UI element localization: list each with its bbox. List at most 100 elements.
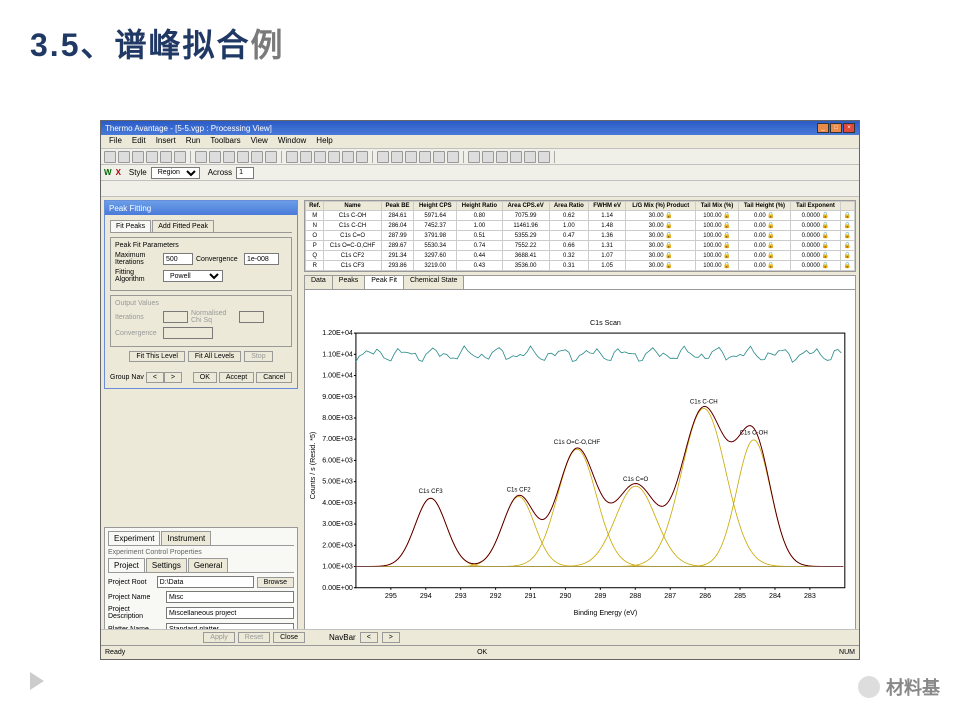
max-iterations-input[interactable] [163,253,193,265]
nav-next-button[interactable]: > [164,372,182,383]
svg-text:C1s CF2: C1s CF2 [507,486,532,493]
titlebar[interactable]: Thermo Avantage - [5-5.vgp : Processing … [101,121,859,135]
toolbar-w-icon[interactable]: W [104,168,112,177]
chart-area[interactable]: Data Peaks Peak Fit Chemical State 0.00E… [304,275,856,642]
svg-text:Binding Energy (eV): Binding Energy (eV) [574,609,638,617]
svg-text:2.00E+03: 2.00E+03 [322,541,353,549]
chart-tab-chemstate[interactable]: Chemical State [404,276,464,289]
toolbar-icon[interactable] [524,151,536,163]
tab-fit-peaks[interactable]: Fit Peaks [110,220,151,232]
toolbar-icon[interactable] [377,151,389,163]
toolbar-icon[interactable] [342,151,354,163]
fit-this-level-button[interactable]: Fit This Level [129,351,185,362]
toolbar-icon[interactable] [265,151,277,163]
svg-text:285: 285 [734,592,746,600]
svg-text:C1s O=C-O,CHF: C1s O=C-O,CHF [554,439,601,446]
peak-data-table[interactable]: Ref.NamePeak BEHeight CPSHeight RatioAre… [304,200,856,272]
toolbar-x-icon[interactable]: X [116,168,121,177]
browse-button[interactable]: Browse [257,577,294,588]
across-input[interactable] [236,167,254,179]
toolbar-icon[interactable] [118,151,130,163]
toolbar-icon[interactable] [433,151,445,163]
chart-tab-peakfit[interactable]: Peak Fit [365,276,404,289]
toolbar-icon[interactable] [482,151,494,163]
menu-view[interactable]: View [246,135,273,148]
toolbar-icon[interactable] [146,151,158,163]
svg-text:1.10E+04: 1.10E+04 [322,350,353,358]
toolbar-icon[interactable] [195,151,207,163]
menu-window[interactable]: Window [273,135,311,148]
bottom-toolbar: Apply Reset Close NavBar < > [101,629,859,645]
tab-experiment[interactable]: Experiment [108,531,160,545]
tab-settings[interactable]: Settings [146,558,187,572]
dialog-title[interactable]: Peak Fitting [105,201,297,215]
svg-text:287: 287 [664,592,676,600]
svg-text:5.00E+03: 5.00E+03 [322,478,353,486]
project-desc-input[interactable] [166,607,294,619]
toolbar-icon[interactable] [237,151,249,163]
toolbar-icon[interactable] [174,151,186,163]
tab-instrument[interactable]: Instrument [161,531,211,545]
svg-text:8.00E+03: 8.00E+03 [322,414,353,422]
close-button2[interactable]: Close [273,632,305,643]
menu-toolbars[interactable]: Toolbars [205,135,245,148]
toolbar-icon[interactable] [223,151,235,163]
chisq-output [239,311,264,323]
svg-text:295: 295 [385,592,397,600]
experiment-panel: Experiment Instrument Experiment Control… [104,527,298,642]
menu-run[interactable]: Run [181,135,206,148]
toolbar-processing [101,181,859,197]
app-window: Thermo Avantage - [5-5.vgp : Processing … [100,120,860,660]
toolbar-icon[interactable] [286,151,298,163]
toolbar-icon[interactable] [209,151,221,163]
tab-project[interactable]: Project [108,558,145,572]
close-button[interactable]: × [843,123,855,133]
ok-button[interactable]: OK [193,372,217,383]
minimize-button[interactable]: _ [817,123,829,133]
toolbar-icon[interactable] [251,151,263,163]
svg-text:1.20E+04: 1.20E+04 [322,329,353,337]
project-name-input[interactable] [166,591,294,603]
navbar-next[interactable]: > [382,632,400,643]
toolbar-icon[interactable] [510,151,522,163]
cancel-button[interactable]: Cancel [256,372,292,383]
toolbar-icon[interactable] [405,151,417,163]
peak-fitting-dialog: Peak Fitting Fit Peaks Add Fitted Peak P… [104,200,298,389]
svg-text:288: 288 [629,592,641,600]
slide-bullet-icon [30,672,44,690]
tab-general[interactable]: General [188,558,228,572]
navbar-prev[interactable]: < [360,632,378,643]
style-select[interactable]: Region [151,167,200,179]
toolbar-icon[interactable] [104,151,116,163]
nav-prev-button[interactable]: < [146,372,164,383]
project-root-input[interactable] [157,576,254,588]
chart-tab-data[interactable]: Data [305,276,333,289]
svg-text:286: 286 [699,592,711,600]
toolbar-icon[interactable] [160,151,172,163]
menu-file[interactable]: File [104,135,127,148]
toolbar-icon[interactable] [419,151,431,163]
menu-insert[interactable]: Insert [151,135,181,148]
toolbar-icon[interactable] [132,151,144,163]
maximize-button[interactable]: □ [830,123,842,133]
svg-text:1.00E+03: 1.00E+03 [322,563,353,571]
toolbar-icon[interactable] [391,151,403,163]
slide-title: 3.5、谱峰拟合例 [0,0,960,76]
menu-edit[interactable]: Edit [127,135,151,148]
chart-tab-peaks[interactable]: Peaks [333,276,365,289]
svg-text:C1s C=O: C1s C=O [623,476,649,483]
accept-button[interactable]: Accept [219,372,254,383]
algorithm-select[interactable]: Powell [163,270,223,282]
toolbar-icon[interactable] [300,151,312,163]
tab-add-fitted-peak[interactable]: Add Fitted Peak [152,220,214,232]
convergence-input[interactable] [244,253,279,265]
toolbar-icon[interactable] [328,151,340,163]
toolbar-icon[interactable] [538,151,550,163]
toolbar-icon[interactable] [314,151,326,163]
toolbar-icon[interactable] [447,151,459,163]
fit-all-levels-button[interactable]: Fit All Levels [188,351,241,362]
toolbar-icon[interactable] [496,151,508,163]
toolbar-icon[interactable] [468,151,480,163]
menu-help[interactable]: Help [311,135,337,148]
toolbar-icon[interactable] [356,151,368,163]
